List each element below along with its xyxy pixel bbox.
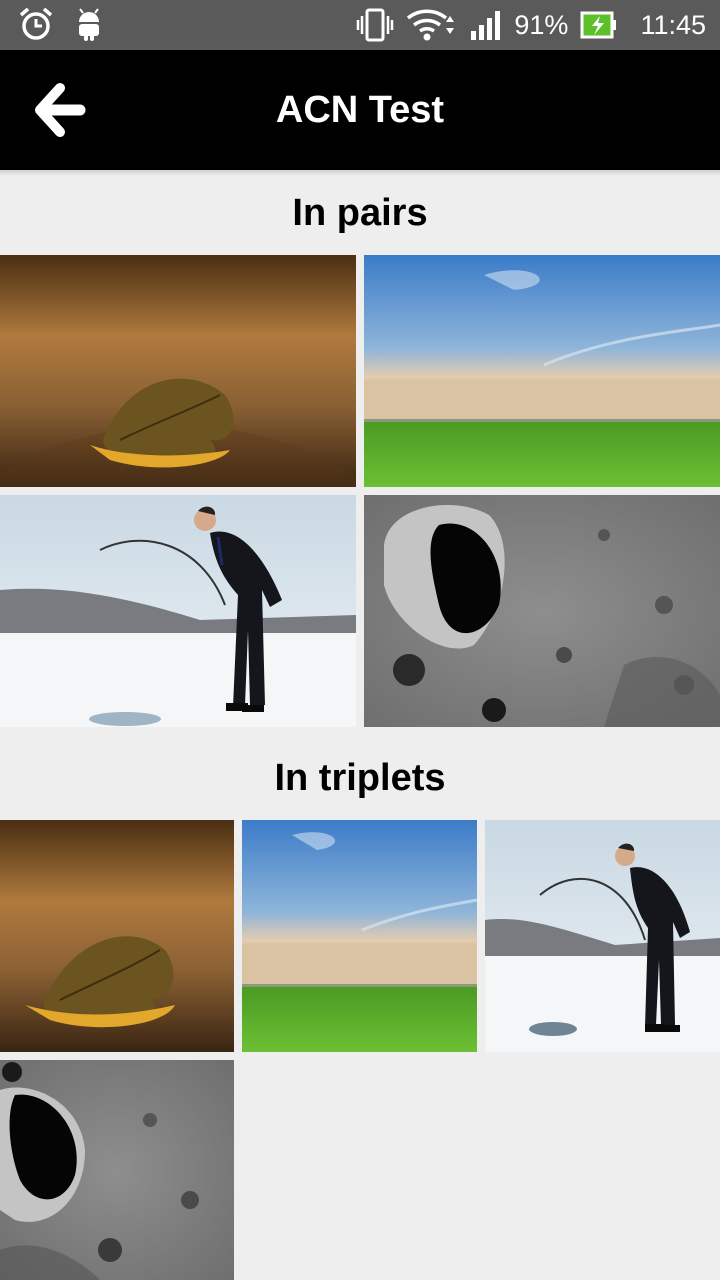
section-title-triplets: In triplets — [274, 757, 446, 799]
leaf-photo[interactable] — [0, 820, 234, 1052]
status-bar: 91% 11:45 — [0, 0, 720, 50]
green-field-photo[interactable] — [242, 820, 477, 1052]
moon-crater-photo[interactable] — [364, 495, 720, 727]
ice-fishing-photo[interactable] — [0, 495, 356, 727]
app-title: ACN Test — [275, 89, 445, 131]
vibrate-icon — [356, 8, 394, 42]
moon-crater-photo[interactable] — [0, 1060, 234, 1280]
battery-percent: 91% — [514, 9, 569, 40]
alarm-icon — [18, 6, 54, 42]
green-field-photo[interactable] — [364, 255, 720, 487]
battery-icon — [580, 10, 618, 40]
signal-icon — [470, 9, 502, 41]
app-bar: ACN Test — [0, 50, 720, 170]
leaf-photo[interactable] — [0, 255, 356, 487]
section-title-pairs: In pairs — [292, 192, 428, 234]
ice-fishing-photo[interactable] — [485, 820, 720, 1052]
clock: 11:45 — [640, 9, 706, 40]
app-bar-shadow — [0, 170, 720, 176]
android-icon — [74, 6, 104, 42]
back-button[interactable] — [30, 80, 90, 140]
arrow-left-icon — [35, 83, 86, 137]
wifi-icon — [406, 8, 458, 42]
